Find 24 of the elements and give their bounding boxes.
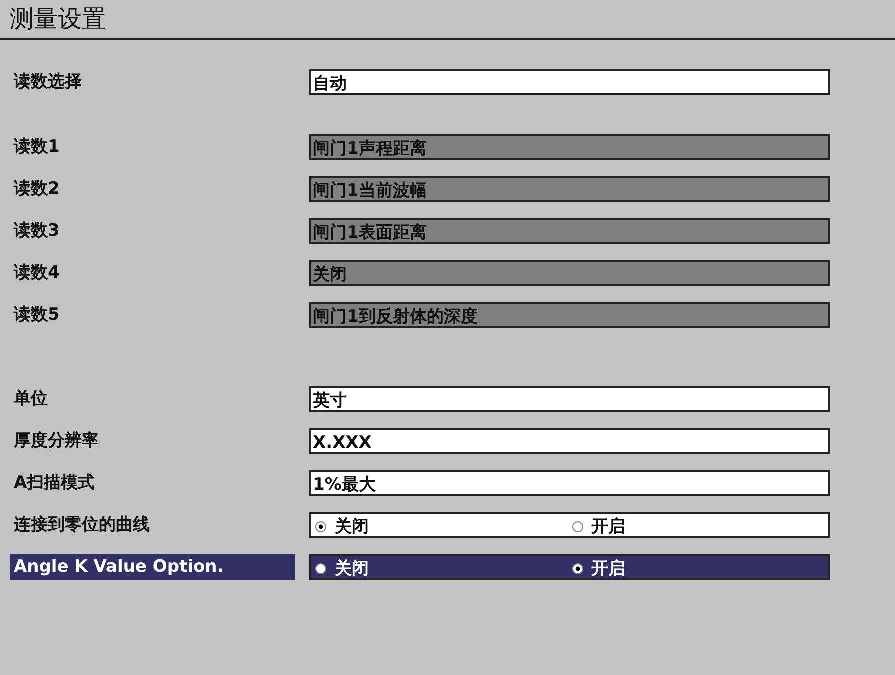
value-field[interactable]: 英寸 [309,386,830,412]
setting-label: 读数3 [12,220,61,243]
radio-button[interactable] [315,521,327,533]
setting-label: Angle K Value Option. [10,554,295,580]
setting-label: 单位 [13,388,49,411]
value-field[interactable]: X.XXX [309,428,830,454]
option-label: 开启 [592,516,626,539]
setting-label: 厚度分辨率 [12,430,100,453]
setting-label: 读数选择 [12,71,83,94]
setting-label: 读数2 [12,178,61,201]
window-title: 测量设置 [10,4,106,35]
setting-label: 读数5 [12,304,61,327]
setting-label: 读数1 [12,136,61,159]
radio-button[interactable] [315,563,327,575]
setting-label: 连接到零位的曲线 [13,514,151,537]
option-label: 开启 [592,558,626,581]
option-label: 关闭 [335,516,369,539]
setting-label: 读数4 [12,262,61,285]
value-field[interactable]: 1%最大 [309,470,830,496]
option-label: 关闭 [335,558,369,581]
radio-button[interactable] [572,563,584,575]
value-field[interactable]: 自动 [309,69,830,95]
setting-label: A扫描模式 [13,472,96,495]
radio-button[interactable] [572,521,584,533]
